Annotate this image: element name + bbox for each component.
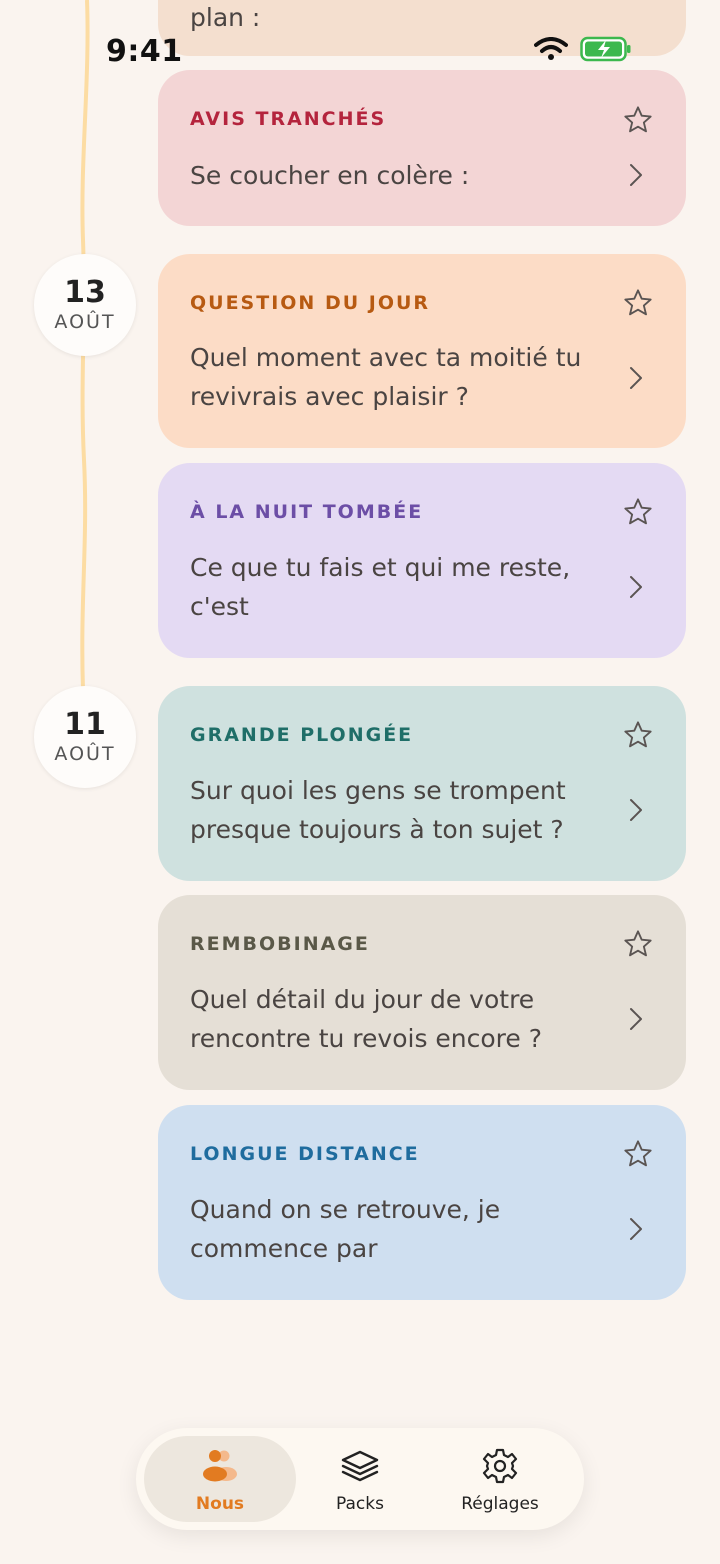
- question-card[interactable]: REMBOBINAGE Quel détail du jour de votre…: [158, 895, 686, 1090]
- card-question: Quel détail du jour de votre rencontre t…: [190, 985, 543, 1053]
- tab-bar: Nous Packs Réglages: [136, 1428, 584, 1530]
- card-question: Sur quoi les gens se trompent presque to…: [190, 776, 566, 844]
- date-day: 13: [64, 275, 106, 310]
- tab-label: Nous: [195, 1494, 245, 1514]
- star-icon[interactable]: [622, 104, 654, 136]
- status-time: 9:41: [106, 34, 183, 69]
- couple-icon: [203, 1450, 237, 1482]
- chevron-right-icon: [630, 164, 642, 186]
- date-month: AOÛT: [54, 311, 116, 333]
- star-icon[interactable]: [622, 287, 654, 319]
- layers-icon: [341, 1450, 379, 1482]
- question-card[interactable]: GRANDE PLONGÉE Sur quoi les gens se trom…: [158, 686, 686, 881]
- star-icon[interactable]: [622, 496, 654, 528]
- gear-icon: [482, 1448, 518, 1484]
- card-question: Ce que tu fais et qui me reste, c'est: [190, 553, 571, 621]
- date-badge-13-aout: 13 AOÛT: [34, 254, 136, 356]
- battery-charging-icon: [580, 36, 631, 62]
- date-month: AOÛT: [54, 743, 116, 765]
- date-badge-11-aout: 11 AOÛT: [34, 686, 136, 788]
- chevron-right-icon: [630, 1008, 642, 1030]
- chevron-right-icon: [630, 576, 642, 598]
- star-icon[interactable]: [622, 1138, 654, 1170]
- tab-nous[interactable]: Nous: [144, 1436, 296, 1522]
- card-category: REMBOBINAGE: [190, 933, 370, 955]
- card-category: LONGUE DISTANCE: [190, 1143, 420, 1165]
- question-card[interactable]: LONGUE DISTANCE Quand on se retrouve, je…: [158, 1105, 686, 1300]
- card-category: QUESTION DU JOUR: [190, 292, 431, 314]
- card-category: À LA NUIT TOMBÉE: [190, 501, 424, 523]
- card-question: Quand on se retrouve, je commence par: [190, 1195, 501, 1263]
- card-question: Se coucher en colère :: [190, 161, 470, 190]
- tab-label: Packs: [336, 1494, 384, 1514]
- star-icon[interactable]: [622, 719, 654, 751]
- status-icons: [534, 36, 632, 62]
- wifi-icon: [534, 37, 568, 60]
- chevron-right-icon: [630, 367, 642, 389]
- chevron-right-icon: [630, 799, 642, 821]
- chevron-right-icon: [630, 1218, 642, 1240]
- question-card[interactable]: AVIS TRANCHÉS Se coucher en colère :: [158, 70, 686, 226]
- tab-label: Réglages: [461, 1494, 539, 1514]
- card-category: AVIS TRANCHÉS: [190, 108, 387, 130]
- tab-packs[interactable]: Packs: [284, 1436, 436, 1522]
- card-question: Quel moment avec ta moitié tu revivrais …: [190, 343, 582, 411]
- tab-reglages[interactable]: Réglages: [424, 1436, 576, 1522]
- date-day: 11: [64, 707, 106, 742]
- question-card[interactable]: QUESTION DU JOUR Quel moment avec ta moi…: [158, 254, 686, 448]
- question-card[interactable]: À LA NUIT TOMBÉE Ce que tu fais et qui m…: [158, 463, 686, 658]
- star-icon[interactable]: [622, 928, 654, 960]
- card-category: GRANDE PLONGÉE: [190, 724, 414, 746]
